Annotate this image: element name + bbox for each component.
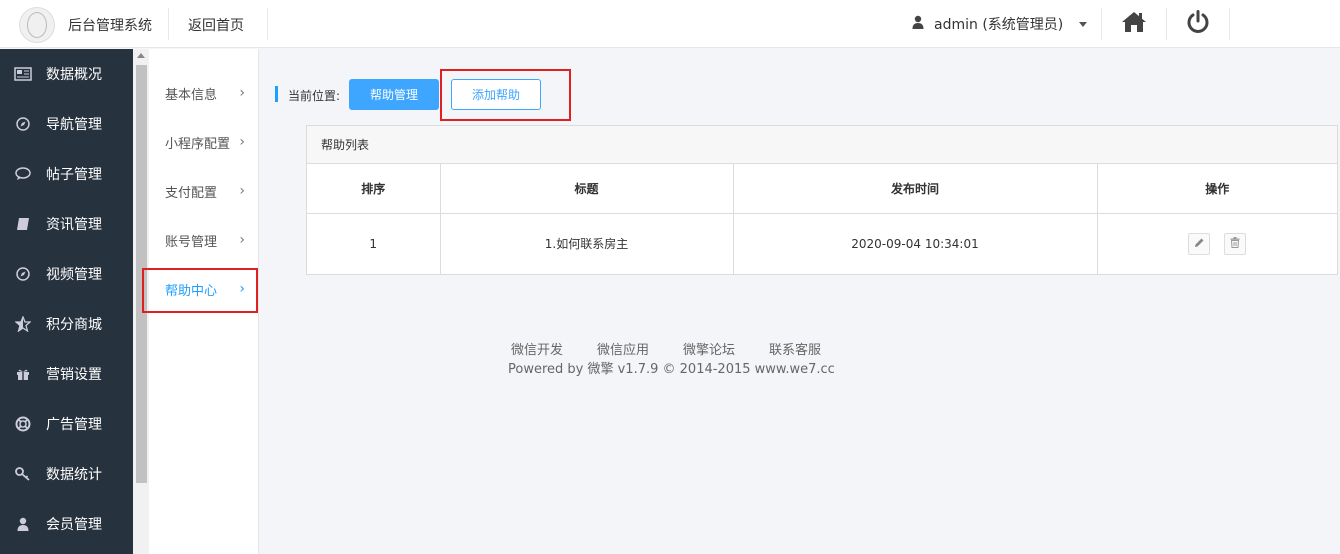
cell-order: 1 (307, 213, 441, 274)
compass-icon (14, 265, 32, 283)
sidebar-item-statistics[interactable]: 数据统计 (0, 449, 133, 499)
sidebar-item-label: 广告管理 (46, 417, 102, 433)
scroll-up-icon[interactable] (137, 53, 145, 58)
submenu-item-label: 账号管理 (165, 235, 218, 250)
book-icon (14, 215, 32, 233)
edit-button[interactable] (1188, 232, 1211, 255)
footer-links: 微信开发 微信应用 微擎论坛 联系客服 (511, 339, 821, 358)
chevron-down-icon (1079, 21, 1088, 27)
cell-title: 1.如何联系房主 (440, 213, 734, 274)
help-list-panel: 帮助列表 排序 标题 发布时间 操作 1 1.如何联系房主 2020-09-04… (306, 125, 1338, 275)
sidebar-item-label: 导航管理 (46, 117, 102, 133)
help-manage-button[interactable]: 帮助管理 (349, 79, 439, 110)
trash-icon (1230, 236, 1240, 251)
breadcrumb-marker (275, 86, 278, 102)
submenu-item-basic-info[interactable]: 基本信息 › (149, 69, 259, 118)
comment-icon (14, 165, 32, 183)
sidebar-item-label: 视频管理 (46, 267, 102, 283)
star-half-icon (14, 315, 32, 333)
user-icon (912, 15, 924, 33)
divider (267, 8, 268, 40)
user-name: admin (系统管理员) (934, 17, 1064, 33)
power-icon (1186, 10, 1210, 38)
compass-icon (14, 115, 32, 133)
user-menu[interactable]: admin (系统管理员) (912, 14, 1088, 34)
sidebar-item-label: 帖子管理 (46, 167, 102, 183)
gift-icon (14, 365, 32, 383)
life-ring-icon (14, 415, 32, 433)
delete-button[interactable] (1224, 232, 1247, 255)
logout-button[interactable] (1183, 9, 1213, 39)
sidebar-item-label: 数据统计 (46, 467, 102, 483)
submenu-item-miniprogram-config[interactable]: 小程序配置 › (149, 118, 259, 167)
sidebar-item-label: 积分商城 (46, 317, 102, 333)
breadcrumb-label: 当前位置: (288, 89, 341, 103)
submenu-item-label: 支付配置 (165, 186, 218, 201)
chevron-right-icon: › (239, 133, 245, 150)
highlight-box (142, 268, 258, 313)
home-icon (1121, 11, 1147, 37)
divider (168, 8, 169, 40)
chevron-right-icon: › (239, 84, 245, 101)
top-bar: 后台管理系统 返回首页 admin (系统管理员) (0, 0, 1340, 48)
footer-link[interactable]: 微信应用 (597, 339, 649, 358)
cell-time: 2020-09-04 10:34:01 (733, 213, 1098, 274)
submenu-item-label: 基本信息 (165, 88, 218, 103)
footer-link[interactable]: 微信开发 (511, 339, 563, 358)
panel-title: 帮助列表 (307, 126, 1337, 164)
sidebar-item-marketing[interactable]: 营销设置 (0, 349, 133, 399)
newspaper-icon (14, 65, 32, 83)
table-header-row: 排序 标题 发布时间 操作 (307, 164, 1337, 214)
help-table: 排序 标题 发布时间 操作 1 1.如何联系房主 2020-09-04 10:3… (307, 164, 1337, 274)
highlight-box (440, 69, 571, 121)
sidebar-item-news[interactable]: 资讯管理 (0, 199, 133, 249)
table-row: 1 1.如何联系房主 2020-09-04 10:34:01 (307, 213, 1337, 274)
column-header-title: 标题 (440, 164, 734, 214)
divider (1166, 8, 1167, 40)
pencil-icon (1194, 237, 1205, 251)
sidebar-item-label: 会员管理 (46, 517, 102, 533)
submenu-item-payment-config[interactable]: 支付配置 › (149, 167, 259, 216)
main-sidebar: 数据概况 导航管理 帖子管理 资讯管理 视频管理 积分商城 营销设置 广告管理 … (0, 49, 133, 554)
column-header-order: 排序 (307, 164, 441, 214)
user-icon (14, 515, 32, 533)
sidebar-item-label: 数据概况 (46, 67, 102, 83)
submenu-item-account-management[interactable]: 账号管理 › (149, 216, 259, 265)
footer-powered-by: Powered by 微擎 v1.7.9 © 2014-2015 www.we7… (508, 362, 835, 377)
sidebar-item-points-mall[interactable]: 积分商城 (0, 299, 133, 349)
chevron-right-icon: › (239, 182, 245, 199)
footer-link[interactable]: 联系客服 (769, 339, 821, 358)
divider (1101, 8, 1102, 40)
sidebar-item-label: 资讯管理 (46, 217, 102, 233)
column-header-actions: 操作 (1097, 164, 1337, 214)
app-title: 后台管理系统 (68, 18, 152, 34)
sidebar-item-label: 营销设置 (46, 367, 102, 383)
sidebar-item-video[interactable]: 视频管理 (0, 249, 133, 299)
sidebar-item-ads[interactable]: 广告管理 (0, 399, 133, 449)
home-link[interactable]: 返回首页 (188, 15, 244, 35)
chevron-right-icon: › (239, 231, 245, 248)
submenu-item-label: 小程序配置 (165, 137, 231, 152)
home-button[interactable] (1119, 9, 1149, 39)
sidebar-item-overview[interactable]: 数据概况 (0, 49, 133, 99)
column-header-time: 发布时间 (733, 164, 1098, 214)
divider (1229, 8, 1230, 40)
key-icon (14, 465, 32, 483)
sidebar-item-posts[interactable]: 帖子管理 (0, 149, 133, 199)
sidebar-item-members[interactable]: 会员管理 (0, 499, 133, 549)
footer-link[interactable]: 微擎论坛 (683, 339, 735, 358)
sidebar-item-navigation[interactable]: 导航管理 (0, 99, 133, 149)
cell-actions (1097, 213, 1337, 274)
logo (19, 7, 55, 43)
